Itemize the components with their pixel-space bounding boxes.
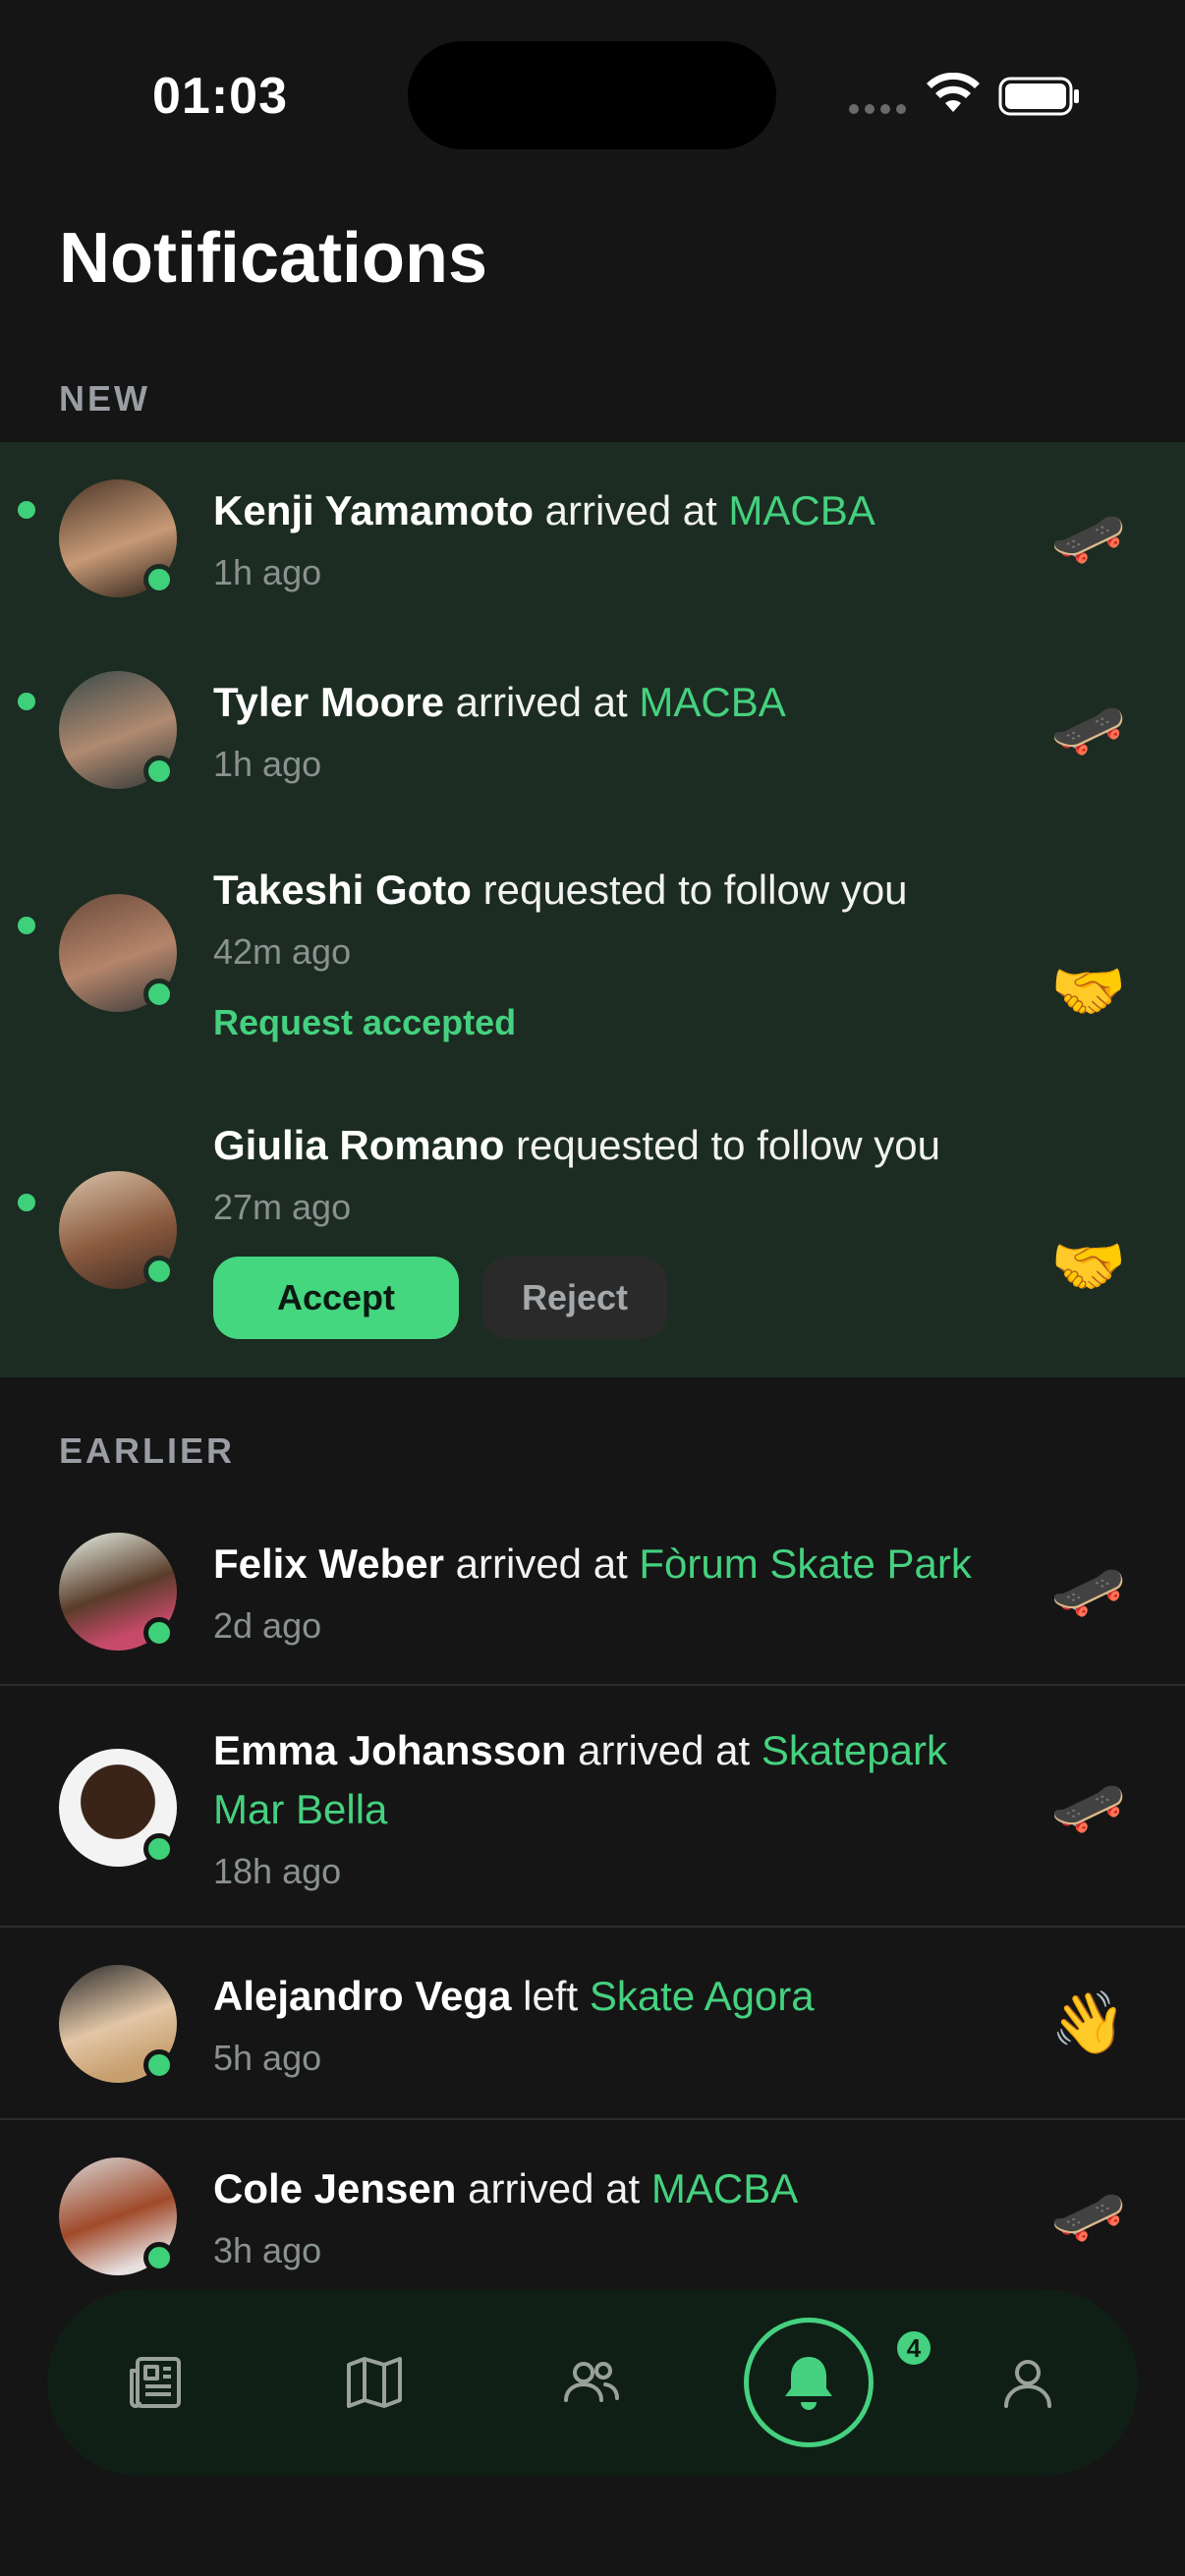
unread-indicator xyxy=(18,693,35,710)
notification-action: arrived at xyxy=(455,679,628,725)
unread-indicator xyxy=(18,501,35,519)
skateboard-icon: 🛹 xyxy=(1050,2182,1127,2250)
tab-map[interactable] xyxy=(315,2324,433,2441)
notification-time: 2d ago xyxy=(213,1605,322,1646)
notification-item[interactable]: Cole Jensen arrived at MACBA 3h ago 🛹 xyxy=(0,2120,1185,2287)
notification-time: 1h ago xyxy=(213,552,322,592)
user-name[interactable]: Emma Johansson xyxy=(213,1727,566,1773)
notification-item[interactable]: Takeshi Goto requested to follow you 42m… xyxy=(0,825,1185,1081)
profile-icon xyxy=(1004,2360,1051,2408)
place-link[interactable]: Skate Agora xyxy=(590,1973,815,2019)
user-name[interactable]: Takeshi Goto xyxy=(213,867,472,913)
user-name[interactable]: Felix Weber xyxy=(213,1540,444,1587)
accept-button[interactable]: Accept xyxy=(213,1257,459,1339)
notification-text: Tyler Moore arrived at MACBA xyxy=(213,673,1029,732)
notification-time: 42m ago xyxy=(213,931,352,972)
online-status-dot xyxy=(143,2242,175,2273)
cellular-signal-icon xyxy=(849,104,906,114)
user-name[interactable]: Cole Jensen xyxy=(213,2165,456,2212)
tab-profile[interactable] xyxy=(969,2324,1087,2441)
notification-text: Felix Weber arrived at Fòrum Skate Park xyxy=(213,1535,1029,1594)
place-link[interactable]: MACBA xyxy=(651,2165,798,2212)
section-label-new: NEW xyxy=(59,378,150,419)
place-link[interactable]: MACBA xyxy=(728,487,875,533)
online-status-dot xyxy=(143,2049,175,2081)
notification-text: Takeshi Goto requested to follow you xyxy=(213,861,1029,920)
notification-text: Giulia Romano requested to follow you xyxy=(213,1116,1029,1175)
skateboard-icon: 🛹 xyxy=(1050,504,1127,572)
skateboard-icon: 🛹 xyxy=(1050,1557,1127,1625)
handshake-icon: 🤝 xyxy=(1050,958,1127,1026)
reject-button[interactable]: Reject xyxy=(482,1257,667,1339)
page-title: Notifications xyxy=(59,219,488,298)
section-label-earlier: EARLIER xyxy=(59,1430,236,1471)
notification-time: 5h ago xyxy=(213,2038,322,2078)
notification-action: left xyxy=(523,1973,579,2019)
tab-friends[interactable] xyxy=(533,2324,650,2441)
battery-icon xyxy=(998,77,1079,116)
place-link[interactable]: MACBA xyxy=(639,679,785,725)
notification-time: 1h ago xyxy=(213,744,322,784)
notification-item[interactable]: Felix Weber arrived at Fòrum Skate Park … xyxy=(0,1493,1185,1685)
handshake-icon: 🤝 xyxy=(1050,1233,1127,1301)
notification-time: 3h ago xyxy=(213,2230,322,2270)
notification-item[interactable]: Kenji Yamamoto arrived at MACBA 1h ago 🛹 xyxy=(0,442,1185,634)
place-link[interactable]: Fòrum Skate Park xyxy=(639,1540,971,1587)
online-status-dot xyxy=(143,564,175,595)
user-name[interactable]: Giulia Romano xyxy=(213,1122,504,1168)
notification-action: arrived at xyxy=(578,1727,751,1773)
notification-time: 18h ago xyxy=(213,1851,342,1891)
unread-indicator xyxy=(18,1194,35,1211)
wifi-icon xyxy=(927,73,980,112)
notification-text: Kenji Yamamoto arrived at MACBA xyxy=(213,481,1029,540)
map-icon xyxy=(347,2357,402,2408)
notification-action: requested to follow you xyxy=(516,1122,940,1168)
waving-hand-icon: 👋 xyxy=(1050,1989,1127,2057)
notification-count-badge: 4 xyxy=(892,2326,935,2370)
user-name[interactable]: Tyler Moore xyxy=(213,679,444,725)
user-name[interactable]: Alejandro Vega xyxy=(213,1973,511,2019)
request-accepted-label: Request accepted xyxy=(213,1002,517,1042)
notification-text: Alejandro Vega left Skate Agora xyxy=(213,1967,1029,2026)
online-status-dot xyxy=(143,1617,175,1649)
skateboard-icon: 🛹 xyxy=(1050,1773,1127,1841)
skateboard-icon: 🛹 xyxy=(1050,696,1127,763)
notification-action: arrived at xyxy=(455,1540,628,1587)
feed-icon xyxy=(130,2357,181,2408)
notification-action: arrived at xyxy=(544,487,717,533)
status-time: 01:03 xyxy=(152,68,288,125)
notification-action: arrived at xyxy=(468,2165,641,2212)
notification-time: 27m ago xyxy=(213,1187,352,1227)
tab-feed[interactable] xyxy=(98,2324,216,2441)
online-status-dot xyxy=(143,979,175,1010)
notification-item[interactable]: Tyler Moore arrived at MACBA 1h ago 🛹 xyxy=(0,634,1185,825)
status-bar: 01:03 xyxy=(0,0,1185,187)
tab-bar: 4 xyxy=(47,2289,1138,2476)
notification-action: requested to follow you xyxy=(482,867,908,913)
notification-text: Emma Johansson arrived at Skatepark Mar … xyxy=(213,1721,1029,1839)
online-status-dot xyxy=(143,756,175,787)
notification-item[interactable]: Giulia Romano requested to follow you 27… xyxy=(0,1081,1185,1377)
tab-notifications[interactable] xyxy=(744,2318,874,2447)
notification-text: Cole Jensen arrived at MACBA xyxy=(213,2159,1029,2218)
online-status-dot xyxy=(143,1256,175,1287)
bell-icon xyxy=(785,2357,832,2410)
user-name[interactable]: Kenji Yamamoto xyxy=(213,487,534,533)
notification-item[interactable]: Alejandro Vega left Skate Agora 5h ago 👋 xyxy=(0,1928,1185,2119)
unread-indicator xyxy=(18,917,35,934)
notification-item[interactable]: Emma Johansson arrived at Skatepark Mar … xyxy=(0,1686,1185,1928)
friends-icon xyxy=(564,2362,619,2402)
online-status-dot xyxy=(143,1833,175,1865)
dynamic-island xyxy=(408,41,776,149)
